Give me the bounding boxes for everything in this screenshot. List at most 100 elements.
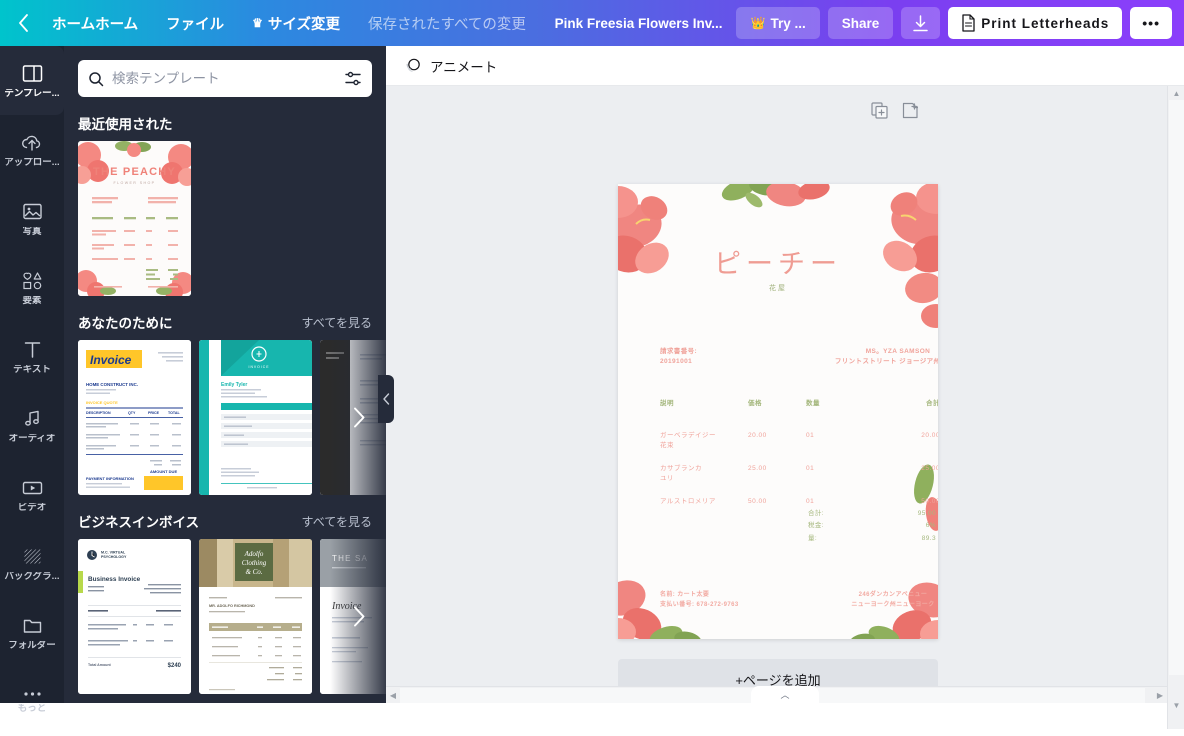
audio-note-icon [24,410,39,426]
chevron-right-icon [353,606,364,627]
animate-button[interactable]: アニメート [430,56,497,76]
template-card-invoice-teal[interactable]: INVOICE Emily Tyler [199,340,312,495]
invoice-footer-left: 名前: カート太要 支払い番号: 678-272-9763 [660,590,739,610]
add-page-icon-button[interactable] [902,102,919,122]
download-button[interactable] [901,7,941,39]
canvas-scroll-region: ピーチー 花屋 請求書番号: 20191001 MS。YZA SAMSON フリ… [386,86,1167,686]
scroll-down-button[interactable]: ▼ [1168,698,1184,712]
totals-row: 量: 89.3 [808,533,936,545]
cell-qty: 01 [806,465,815,473]
search-input[interactable] [112,71,337,86]
scroll-left-button[interactable]: ◀ [386,687,400,704]
invoice-brand-subtitle: 花屋 [769,285,787,292]
invoice-teal-preview: INVOICE Emily Tyler [199,340,312,495]
elements-icon [22,272,41,290]
sidebar-item-templates[interactable]: テンプレー... [0,46,64,115]
cell-qty: 01 [806,498,815,506]
peachy-template-preview: THE PEACHY FLOWER SHOP [78,141,191,296]
sidebar-item-audio[interactable]: オーディオ [0,391,64,460]
add-page-icon [902,102,918,119]
download-icon [913,14,928,31]
invoice-totals: 合計: 95.00 税金: 6% 量: 89.3 [808,508,936,545]
sidebar-item-folders[interactable]: フォルダー [0,598,64,667]
document-page[interactable]: ピーチー 花屋 請求書番号: 20191001 MS。YZA SAMSON フリ… [618,184,938,639]
template-card-adolfo[interactable]: Adolfo Clothing & Co. MR. ADOLFO RICHMON… [199,539,312,694]
see-all-business[interactable]: すべてを見る [302,513,372,530]
vertical-scroll-thumb[interactable] [1169,100,1184,675]
sidebar-item-label: バックグラ... [4,571,60,582]
table-header-row: 説明 価格 数量 合計 [660,399,938,409]
vertical-scrollbar[interactable]: ▲ ▼ [1167,86,1184,729]
table-row: カサブランカ ユリ 25.00 01 25.00 [660,464,938,484]
svg-text:Emily Tyler: Emily Tyler [221,382,247,388]
back-button[interactable] [0,14,38,32]
sidebar-item-elements[interactable]: 要素 [0,253,64,322]
see-all-foryou[interactable]: すべてを見る [302,314,372,331]
editor-area: アニメート ピーチー 花屋 請求書番号: 20191001 MS。YZA SAM… [386,46,1184,729]
resize-menu[interactable]: ♛ サイズ変更 [238,13,354,34]
sidebar-item-label: テンプレー... [4,88,60,99]
home-menu[interactable]: ホームホーム [38,13,152,34]
totals-value: 95.00 [917,510,936,517]
svg-text:PSYCHOLOGY: PSYCHOLOGY [101,555,127,559]
section-header-foryou: あなたのために すべてを見る [64,312,386,332]
svg-text:THE SA: THE SA [332,554,368,563]
saved-status-label: 保存されたすべての変更 [367,16,526,33]
sidebar-item-photos[interactable]: 写真 [0,184,64,253]
document-title[interactable]: Pink Freesia Flowers Inv... [555,16,723,31]
folder-icon [23,619,41,633]
invoice-number-block: 請求書番号: 20191001 [660,347,697,367]
page-panel-toggle[interactable]: ︿ [751,686,819,703]
add-page-button[interactable]: +ページを追加 [618,659,938,686]
share-button[interactable]: Share [827,7,894,39]
sidebar-item-video[interactable]: ビデオ [0,460,64,529]
sidebar-item-label: 要素 [22,295,42,306]
business-next-button[interactable] [346,604,372,630]
print-letterheads-label: Print Letterheads [981,15,1110,31]
cell-qty: 01 [806,432,815,440]
add-page-label: +ページを追加 [735,672,821,687]
sidebar-item-uploads[interactable]: アップロー... [0,115,64,184]
background-icon [24,549,40,564]
svg-text:Clothing: Clothing [242,559,267,567]
sidebar-item-label: オーディオ [8,433,56,444]
photo-icon [22,203,42,219]
cell-price: 50.00 [748,498,767,506]
totals-value: 89.3 [921,534,936,542]
sidebar-item-label: ビデオ [17,502,47,513]
sidebar-item-more[interactable]: もっと [0,667,64,736]
cell-desc-line2: 花束 [660,442,674,450]
chevron-right-icon [353,407,364,428]
try-pro-label: Try ... [770,15,806,31]
file-menu[interactable]: ファイル [152,13,238,34]
template-card-business-invoice[interactable]: M.C. VIRTUAL PSYCHOLOGY Business Invoice… [78,539,191,694]
section-title: 最近使用された [78,117,173,132]
more-options-button[interactable]: ••• [1130,7,1172,39]
try-pro-button[interactable]: 👑 Try ... [736,7,820,39]
animate-icon [406,58,420,72]
scroll-right-button[interactable]: ▶ [1153,687,1167,704]
search-box[interactable] [78,60,372,97]
th-total: 合計 [926,400,938,407]
panel-collapse-handle[interactable] [378,375,394,423]
template-card-peachy[interactable]: THE PEACHY FLOWER SHOP [78,141,191,296]
print-letterheads-button[interactable]: Print Letterheads [948,7,1123,39]
scroll-up-button[interactable]: ▲ [1168,86,1184,100]
templates-panel: 最近使用された THE PEACHY [64,46,386,703]
duplicate-page-button[interactable] [871,102,888,122]
saved-status: 保存されたすべての変更 [354,13,540,34]
table-body: ガーベラデイジー 花束 20.00 01 20.00 カサブランカ ユリ 25.… [660,431,938,507]
svg-text:INVOICE QUOTE: INVOICE QUOTE [86,400,118,405]
section-title: ビジネスインボイス [78,515,200,530]
sidebar-item-text[interactable]: テキスト [0,322,64,391]
sliders-icon[interactable] [345,71,362,86]
svg-text:$240: $240 [168,663,182,669]
totals-row: 合計: 95.00 [808,508,936,520]
invoice-yellow-preview: Invoice HOME CONSTRUCT INC. INVOICE QUOT… [78,340,191,495]
template-card-invoice-yellow[interactable]: Invoice HOME CONSTRUCT INC. INVOICE QUOT… [78,340,191,495]
cell-price: 20.00 [748,432,767,440]
crown-icon: 👑 [750,16,766,30]
foryou-next-button[interactable] [346,405,372,431]
sidebar-item-background[interactable]: バックグラ... [0,529,64,598]
cell-desc-line2: ユリ [660,475,674,483]
